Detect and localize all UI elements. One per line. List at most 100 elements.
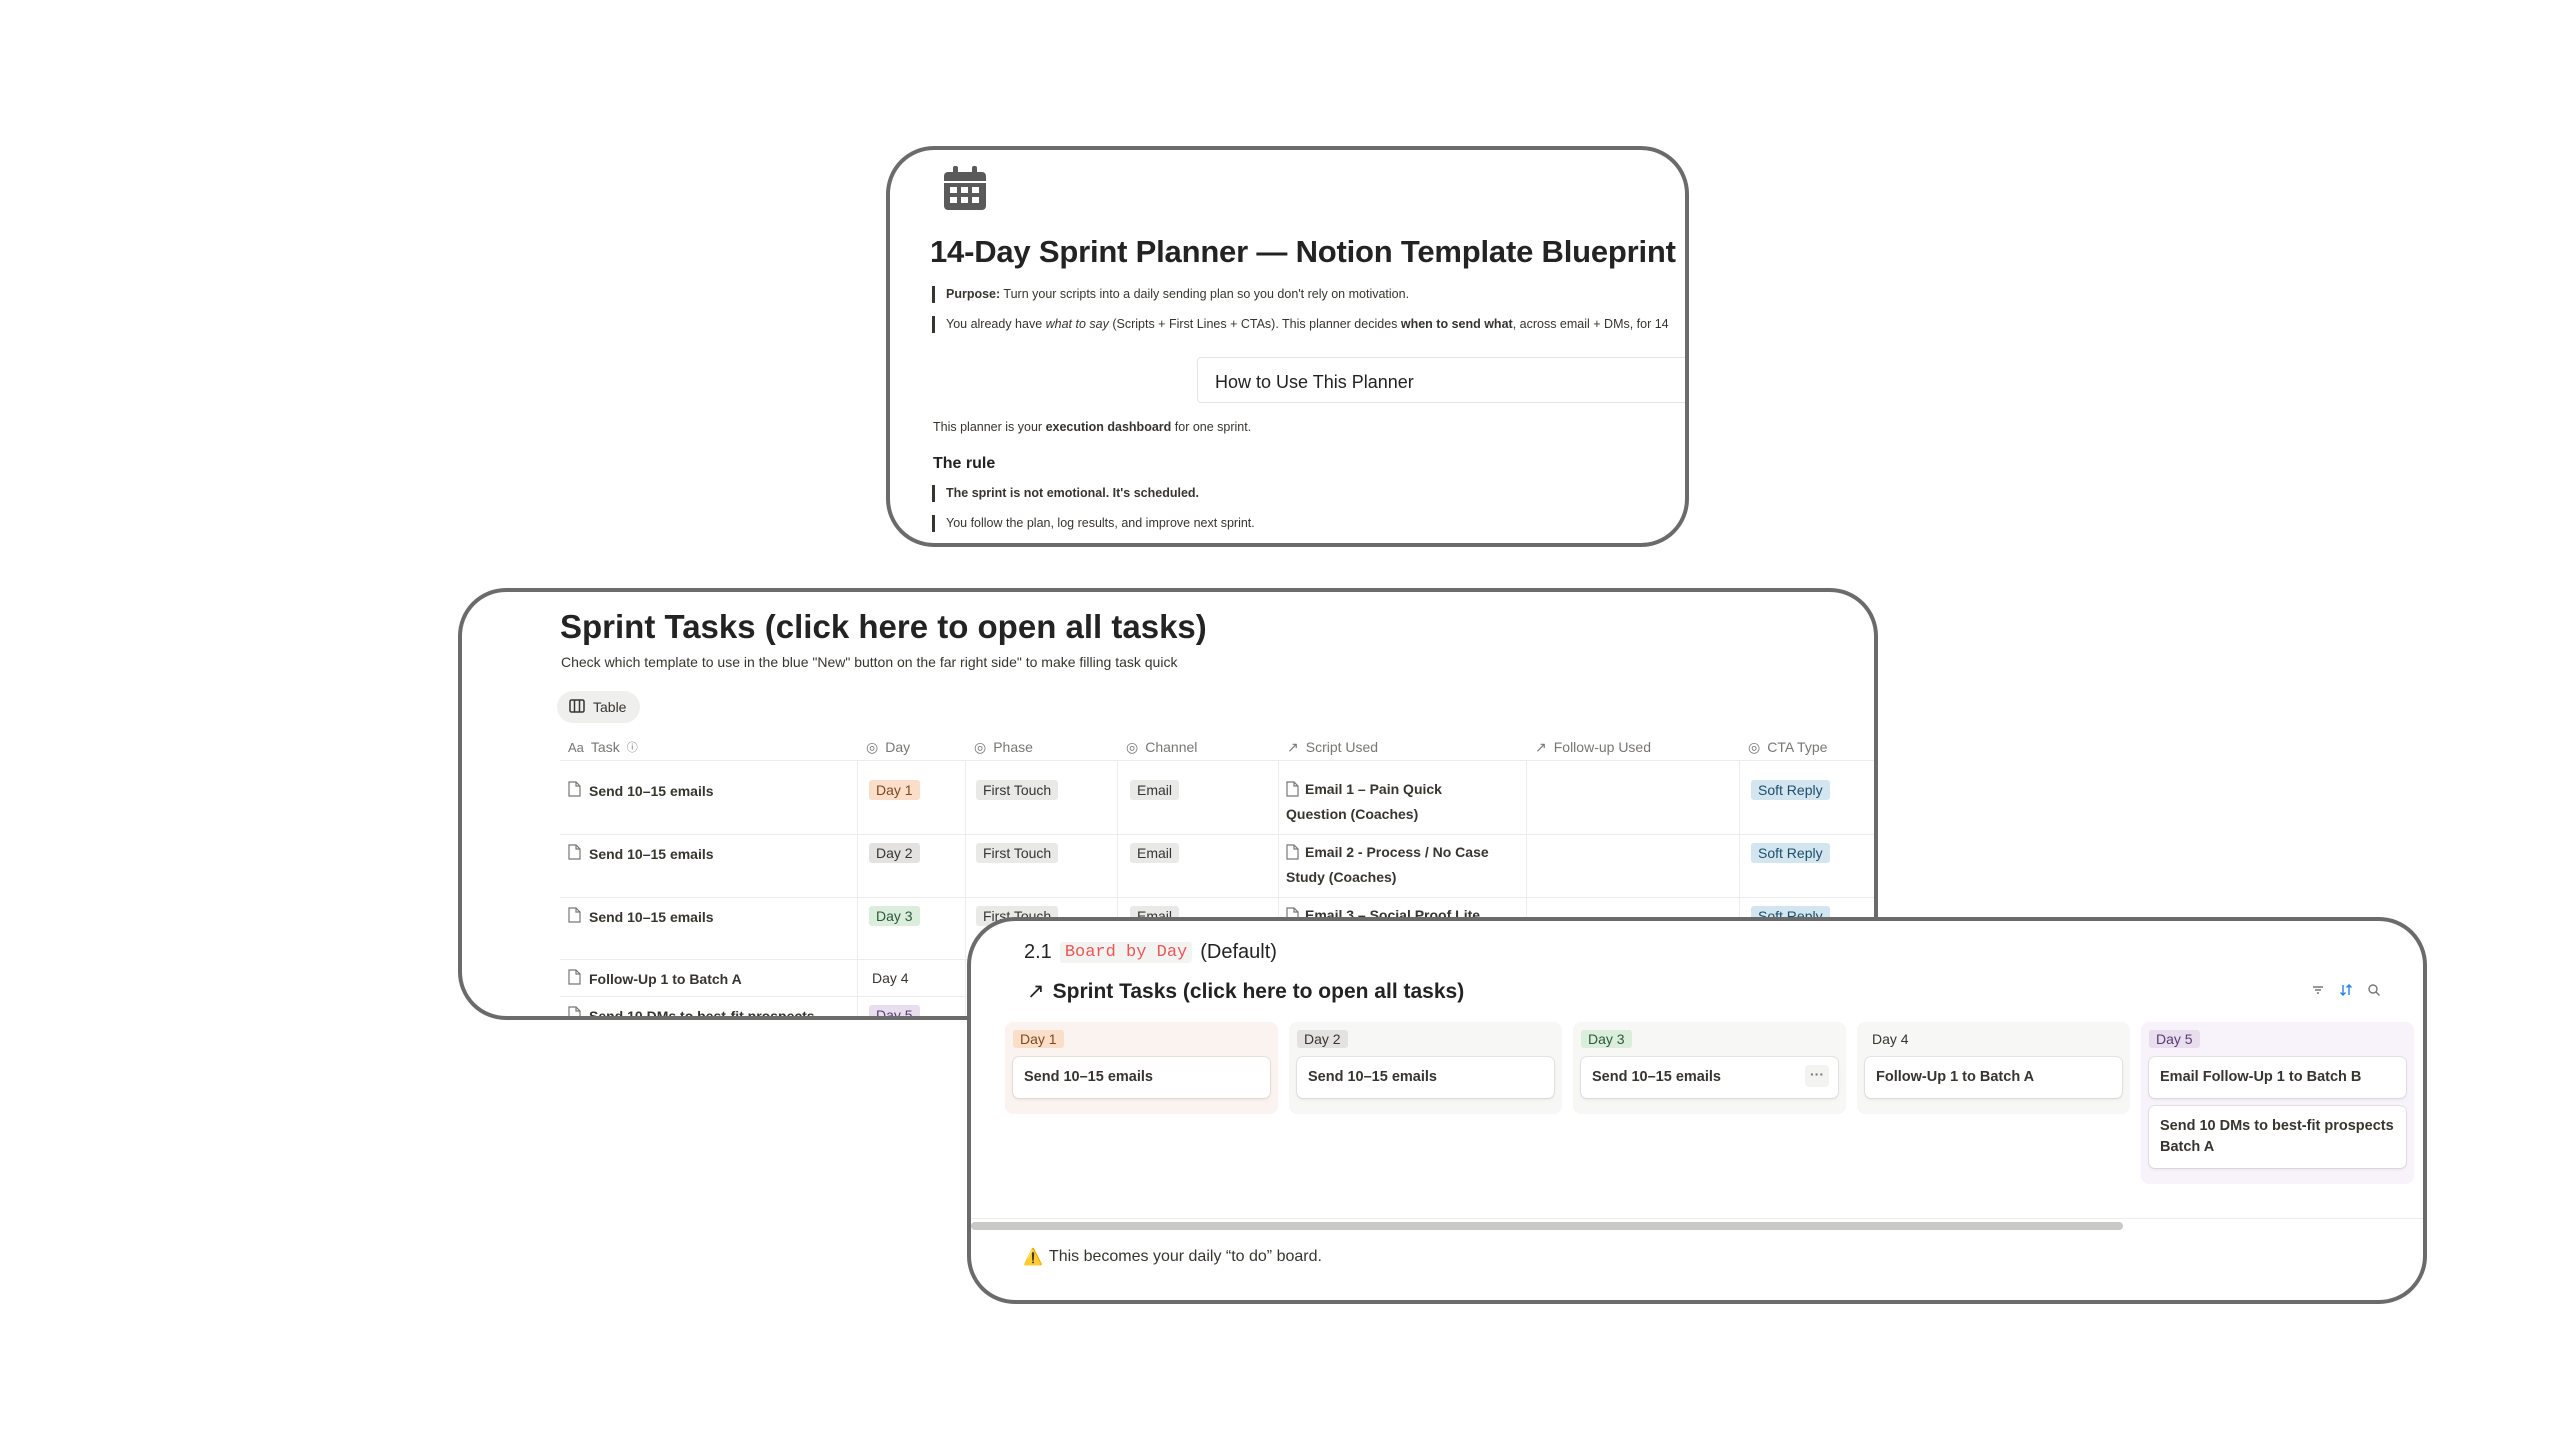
- column-badge[interactable]: Day 2: [1297, 1030, 1348, 1048]
- title-property-icon: Aa: [568, 739, 584, 755]
- page-title: 14-Day Sprint Planner — Notion Template …: [930, 234, 1676, 269]
- column-badge[interactable]: Day 1: [1013, 1030, 1064, 1048]
- table-view-icon: [569, 698, 585, 716]
- board-column-day-5: Day 5 Email Follow-Up 1 to Batch B Send …: [2141, 1022, 2414, 1184]
- column-header-day[interactable]: ◎ Day: [866, 732, 910, 762]
- sort-icon[interactable]: [2339, 983, 2353, 1002]
- table-view-label: Table: [593, 699, 627, 715]
- warning-callout: ⚠️ This becomes your daily “to do” board…: [1023, 1247, 1322, 1267]
- phase-tag[interactable]: First Touch: [976, 843, 1059, 863]
- intro-quote: You already have what to say (Scripts + …: [932, 316, 1669, 333]
- table-view-tab[interactable]: Table: [557, 691, 641, 723]
- search-icon[interactable]: [2367, 983, 2381, 1002]
- script-relation[interactable]: Email 2 - Process / No Case Study (Coache…: [1286, 841, 1516, 888]
- column-badge[interactable]: Day 5: [2149, 1030, 2200, 1048]
- board-toolbar: [2311, 983, 2381, 1002]
- column-badge[interactable]: Day 3: [1581, 1030, 1632, 1048]
- table-row-task[interactable]: Send 10–15 emails: [568, 907, 714, 926]
- table-row-task[interactable]: Send 10–15 emails: [568, 781, 714, 800]
- intro-emphasis: what to say: [1045, 317, 1109, 331]
- task-name: Send 10–15 emails: [589, 782, 714, 799]
- column-header-followup[interactable]: ↗ Follow-up Used: [1535, 732, 1651, 762]
- phase-tag[interactable]: First Touch: [976, 780, 1059, 800]
- script-line-1: Email 2 - Process / No Case: [1305, 844, 1489, 860]
- column-divider: [965, 760, 966, 1016]
- day-tag[interactable]: Day 2: [869, 843, 920, 863]
- board-heading: 2.1 Board by Day (Default): [1024, 941, 1277, 964]
- row-divider: [560, 760, 1874, 761]
- relation-arrow-icon: ↗: [1535, 738, 1547, 755]
- script-relation[interactable]: Email 1 – Pain Quick Question (Coaches): [1286, 778, 1516, 825]
- board-view-card: 2.1 Board by Day (Default) ↗ Sprint Task…: [967, 917, 2427, 1304]
- default-label: (Default): [1200, 941, 1277, 963]
- cta-tag[interactable]: Soft Reply: [1751, 843, 1830, 863]
- dashboard-text: This planner is your execution dashboard…: [933, 420, 1251, 434]
- rule-heading: The rule: [933, 455, 996, 472]
- page-icon: [568, 781, 581, 800]
- linked-database-title[interactable]: ↗ Sprint Tasks (click here to open all t…: [1027, 979, 1464, 1004]
- page-icon: [1286, 844, 1299, 866]
- relation-arrow-icon: ↗: [1027, 980, 1045, 1003]
- board-card[interactable]: Email Follow-Up 1 to Batch B: [2149, 1057, 2406, 1098]
- rule-quote: The sprint is not emotional. It's schedu…: [932, 485, 1199, 502]
- page-icon: [1286, 781, 1299, 803]
- intro-text-b: (Scripts + First Lines + CTAs). This pla…: [1108, 317, 1401, 331]
- day-tag[interactable]: Day 5: [869, 1005, 920, 1016]
- board-column-day-3: Day 3 Send 10–15 emails ···: [1573, 1022, 1846, 1114]
- board-card[interactable]: Send 10–15 emails ···: [1581, 1057, 1838, 1098]
- intro-strong: when to send what: [1400, 317, 1513, 331]
- linked-database-label: Sprint Tasks (click here to open all tas…: [1052, 979, 1465, 1003]
- script-line-2: Study (Coaches): [1286, 869, 1397, 885]
- database-title[interactable]: Sprint Tasks (click here to open all tas…: [560, 608, 1207, 646]
- column-header-day-label: Day: [885, 739, 911, 755]
- intro-text-a: You already have: [946, 317, 1046, 331]
- column-header-channel[interactable]: ◎ Channel: [1126, 732, 1197, 762]
- board-card[interactable]: Send 10–15 emails: [1297, 1057, 1554, 1098]
- board-card[interactable]: Send 10 DMs to best-fit prospects Batch …: [2149, 1106, 2406, 1168]
- page-icon: [568, 907, 581, 926]
- table-row-task[interactable]: Send 10–15 emails: [568, 844, 714, 863]
- filter-icon[interactable]: [2311, 983, 2325, 1002]
- horizontal-scrollbar[interactable]: [971, 1222, 2123, 1230]
- page-icon: [568, 844, 581, 863]
- column-divider: [857, 760, 858, 1016]
- task-name: Send 10–15 emails: [589, 908, 714, 925]
- column-header-task-label: Task: [590, 739, 620, 755]
- purpose-text: Turn your scripts into a daily sending p…: [1000, 287, 1410, 301]
- status-icon: ◎: [1126, 738, 1139, 755]
- board-card[interactable]: Send 10–15 emails: [1013, 1057, 1270, 1098]
- board-card-label: Send 10–15 emails: [1592, 1069, 1721, 1085]
- board-card[interactable]: Follow-Up 1 to Batch A: [1865, 1057, 2122, 1098]
- more-options-button[interactable]: ···: [1805, 1065, 1829, 1087]
- board-view-code: Board by Day: [1059, 942, 1193, 963]
- how-to-use-toggle[interactable]: How to Use This Planner: [1197, 357, 1685, 403]
- info-icon: ⓘ: [626, 742, 638, 754]
- board-column-day-2: Day 2 Send 10–15 emails: [1289, 1022, 1562, 1114]
- purpose-quote: Purpose: Turn your scripts into a daily …: [932, 286, 1409, 303]
- column-header-script[interactable]: ↗ Script Used: [1287, 732, 1378, 762]
- section-number: 2.1: [1024, 941, 1052, 963]
- column-header-phase[interactable]: ◎ Phase: [974, 732, 1033, 762]
- row-divider: [560, 834, 1874, 835]
- dashboard-text-b: for one sprint.: [1171, 420, 1252, 434]
- cta-tag[interactable]: Soft Reply: [1751, 780, 1830, 800]
- column-header-task[interactable]: Aa Task ⓘ: [568, 732, 638, 762]
- column-header-cta[interactable]: ◎ CTA Type: [1748, 732, 1827, 762]
- warning-text: This becomes your daily “to do” board.: [1048, 1248, 1322, 1265]
- rule-follow-text: You follow the plan, log results, and im…: [946, 516, 1255, 530]
- day-tag[interactable]: Day 1: [869, 780, 920, 800]
- channel-tag[interactable]: Email: [1130, 843, 1180, 863]
- dashboard-text-a: This planner is your: [933, 420, 1046, 434]
- database-description: Check which template to use in the blue …: [561, 654, 1178, 670]
- column-header-followup-label: Follow-up Used: [1553, 739, 1651, 755]
- row-divider: [560, 897, 1874, 898]
- status-icon: ◎: [974, 738, 987, 755]
- planner-page-card: 14-Day Sprint Planner — Notion Template …: [886, 146, 1689, 547]
- day-tag[interactable]: Day 3: [869, 906, 920, 926]
- table-row-task[interactable]: Send 10 DMs to best-fit prospects: [568, 1006, 815, 1016]
- channel-tag[interactable]: Email: [1130, 780, 1180, 800]
- day-tag[interactable]: Day 4: [869, 968, 916, 988]
- column-badge[interactable]: Day 4: [1865, 1030, 1916, 1048]
- table-row-task[interactable]: Follow-Up 1 to Batch A: [568, 969, 742, 988]
- task-name: Send 10–15 emails: [589, 845, 714, 862]
